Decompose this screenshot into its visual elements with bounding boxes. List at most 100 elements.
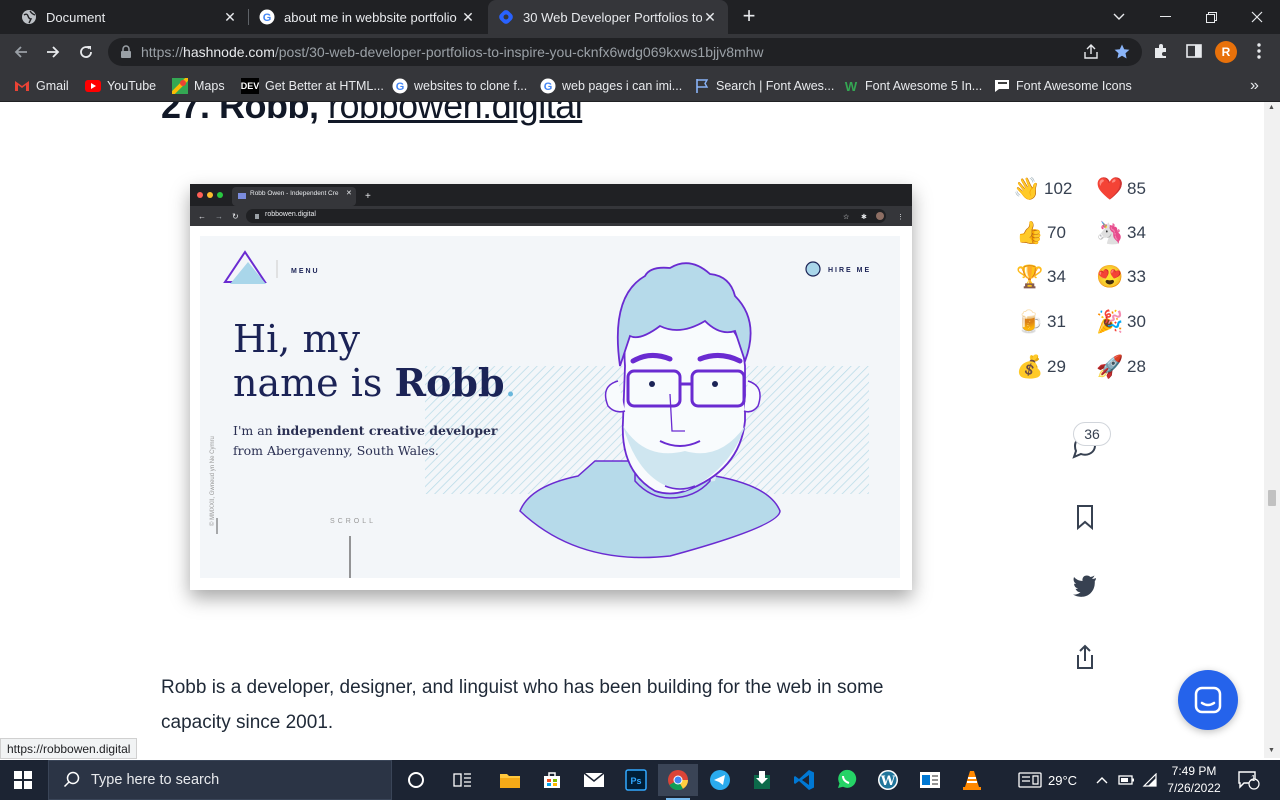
profile-avatar[interactable]: R (1215, 41, 1237, 63)
reaction-unicorn[interactable]: 🦄 34 (1096, 219, 1146, 247)
vscode-icon[interactable] (784, 764, 824, 796)
taskbar-search-box[interactable]: Type here to search (48, 760, 392, 800)
url-text: https://hashnode.com/post/30-web-develop… (141, 44, 764, 60)
store-icon[interactable] (532, 764, 572, 796)
twitter-icon[interactable] (1070, 570, 1100, 600)
svg-text:G: G (263, 12, 272, 24)
svg-text:✱: ✱ (861, 213, 867, 221)
bookmarks-overflow-button[interactable]: » (1250, 77, 1259, 95)
taskbar-clock[interactable]: 7:49 PM 7/26/2022 (1162, 763, 1226, 797)
whatsapp-icon[interactable] (826, 764, 866, 796)
reaction-heart[interactable]: ❤️ 85 (1096, 175, 1146, 203)
windows-taskbar: Type here to search Ps W 29°C 7:49 PM 7/… (0, 760, 1280, 800)
bookmark-web-pages[interactable]: G web pages i can imi... (540, 77, 682, 95)
gmail-icon (14, 78, 30, 94)
scroll-down-arrow-icon[interactable]: ▼ (1268, 747, 1275, 754)
svg-text:W: W (880, 774, 896, 789)
reaction-wave[interactable]: 👋 102 (1013, 175, 1072, 203)
bookmark-gmail[interactable]: Gmail (14, 77, 69, 95)
heart-icon: ❤️ (1096, 176, 1124, 201)
document-viewer-icon[interactable] (910, 764, 950, 796)
svg-text:G: G (544, 81, 553, 93)
more-menu-icon[interactable] (1250, 42, 1270, 62)
close-tab-icon[interactable]: ✕ (222, 9, 238, 26)
bookmark-star-icon[interactable] (1113, 43, 1131, 61)
new-tab-button[interactable]: + (738, 5, 760, 27)
forward-button[interactable] (40, 39, 66, 65)
bookmark-icon[interactable] (1070, 502, 1100, 532)
svg-text:G: G (396, 81, 405, 93)
reaction-trophy[interactable]: 🏆 34 (1016, 263, 1066, 291)
bookmark-font-awesome-icons[interactable]: Font Awesome Icons (994, 77, 1132, 95)
close-window-button[interactable] (1234, 0, 1280, 34)
chat-bubble-icon (1194, 686, 1222, 714)
reaction-rocket[interactable]: 🚀 28 (1096, 353, 1146, 381)
minimize-button[interactable] (1142, 0, 1188, 34)
wordpress-icon[interactable]: W (868, 764, 908, 796)
party-popper-icon: 🎉 (1096, 309, 1124, 334)
robbowen-homepage: MENU HIRE ME Hi, my name is Robb. I'm an… (200, 236, 900, 578)
close-tab-icon[interactable]: ✕ (702, 9, 718, 26)
hatched-background (216, 250, 869, 578)
comment-count-badge[interactable]: 36 (1073, 422, 1111, 446)
w-icon: W (844, 78, 858, 94)
share-icon[interactable] (1070, 642, 1100, 672)
restore-button[interactable] (1188, 0, 1234, 34)
lock-icon[interactable] (120, 45, 132, 64)
notification-center-icon[interactable]: 1 (1238, 760, 1260, 800)
chrome-icon[interactable] (658, 764, 698, 800)
money-bag-icon: 💰 (1016, 354, 1044, 379)
svg-text:←: ← (198, 212, 206, 221)
chat-widget-button[interactable] (1178, 670, 1238, 730)
reaction-thumbs-up[interactable]: 👍 70 (1016, 219, 1066, 247)
weather-widget[interactable]: 29°C (1018, 760, 1077, 800)
tab-hashnode[interactable]: 30 Web Developer Portfolios to In ✕ (488, 0, 728, 34)
vlc-icon[interactable] (952, 764, 992, 796)
installer-icon[interactable] (742, 764, 782, 796)
robbowen-link[interactable]: robbowen.digital (328, 102, 583, 126)
task-view-icon[interactable] (443, 764, 483, 796)
bookmark-label: Get Better at HTML... (265, 79, 384, 93)
extensions-icon[interactable] (1152, 42, 1172, 62)
reload-button[interactable] (73, 39, 99, 65)
show-hidden-icons-chevron-icon[interactable] (1096, 760, 1108, 800)
reaction-beer[interactable]: 🍺 31 (1016, 308, 1066, 336)
reaction-heart-eyes[interactable]: 😍 33 (1096, 263, 1146, 291)
bookmark-websites-to-clone[interactable]: G websites to clone f... (392, 77, 527, 95)
page-scrollbar[interactable]: ▲ ▼ (1264, 102, 1280, 758)
reaction-money-bag[interactable]: 💰 29 (1016, 353, 1066, 381)
tab-document[interactable]: Document ✕ (0, 0, 248, 34)
battery-icon[interactable] (1118, 760, 1136, 800)
screenshot-greeting: Hi, my name is Robb. (233, 317, 517, 405)
close-tab-icon[interactable]: ✕ (460, 9, 476, 26)
screenshot-copyright: © MMXXII, Gwneud yn Ne Cymru (210, 436, 216, 526)
share-icon[interactable] (1082, 43, 1100, 61)
link-status-bubble: https://robbowen.digital (0, 738, 138, 759)
tab-about-me[interactable]: G about me in webbsite portfolio ic ✕ (249, 0, 486, 34)
svg-text:☆: ☆ (843, 213, 849, 221)
bookmark-dev[interactable]: DEV Get Better at HTML... (241, 77, 384, 95)
file-explorer-icon[interactable] (490, 764, 530, 796)
mail-icon[interactable] (574, 764, 614, 796)
reaction-count: 29 (1047, 357, 1066, 376)
scrollbar-thumb[interactable] (1268, 490, 1276, 506)
google-icon: G (392, 78, 408, 94)
tab-search-icon[interactable] (1096, 0, 1142, 34)
start-button[interactable] (3, 764, 43, 796)
reaction-party[interactable]: 🎉 30 (1096, 308, 1146, 336)
bookmark-search-font-awesome[interactable]: Search | Font Awes... (694, 77, 834, 95)
scroll-up-arrow-icon[interactable]: ▲ (1268, 104, 1275, 111)
side-panel-icon[interactable] (1185, 42, 1205, 62)
bookmark-font-awesome-5[interactable]: W Font Awesome 5 In... (843, 77, 982, 95)
wifi-icon[interactable] (1142, 760, 1158, 800)
bookmark-maps[interactable]: Maps (172, 77, 225, 95)
back-button[interactable] (8, 39, 34, 65)
telegram-icon[interactable] (700, 764, 740, 796)
photoshop-icon[interactable]: Ps (616, 764, 656, 796)
bookmark-youtube[interactable]: YouTube (85, 77, 156, 95)
address-bar[interactable]: https://hashnode.com/post/30-web-develop… (108, 38, 1142, 66)
dev-icon: DEV (241, 78, 259, 94)
youtube-icon (85, 78, 101, 94)
bookmark-label: Maps (194, 79, 225, 93)
cortana-icon[interactable] (396, 764, 436, 796)
